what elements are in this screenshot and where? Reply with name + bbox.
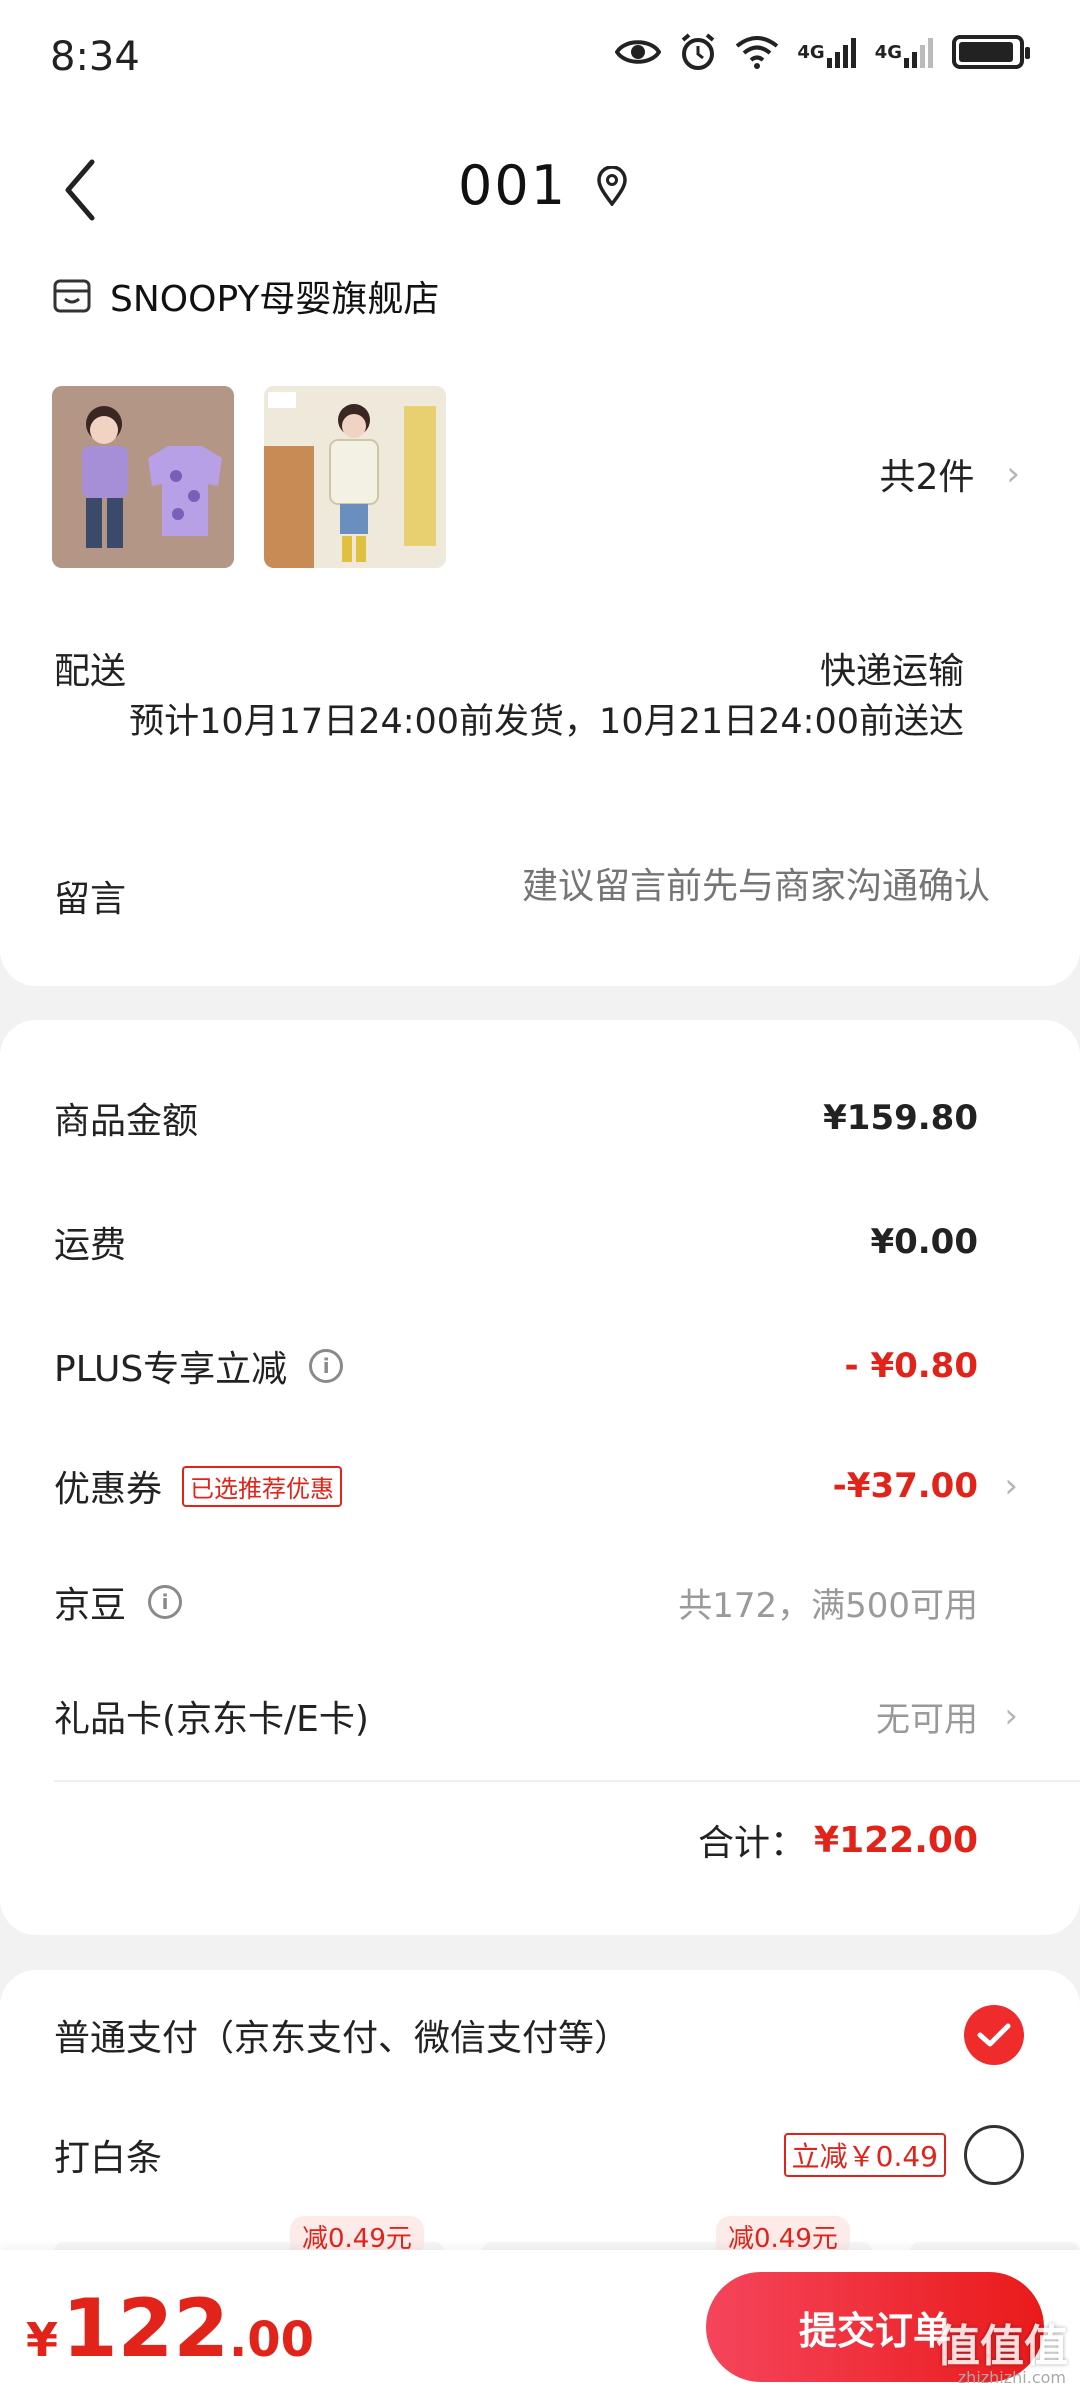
- price-currency: ¥: [26, 2313, 59, 2367]
- final-price: ¥ 122 .00: [26, 2282, 314, 2375]
- status-bar: 8:34 4G 4G: [0, 0, 1080, 118]
- divider: [54, 1780, 1080, 1782]
- status-time: 8:34: [50, 34, 140, 80]
- giftcard-label: 礼品卡(京东卡/E卡): [54, 1699, 369, 1740]
- alarm-icon: [682, 33, 715, 70]
- page-title: 001: [458, 154, 568, 217]
- product-thumbnails[interactable]: [52, 386, 446, 568]
- delivery-label: 配送: [54, 651, 127, 692]
- jingdou-value: 共172，满500可用: [678, 1585, 978, 1626]
- total-label: 合计：: [698, 1823, 807, 1864]
- status-icons: 4G 4G: [615, 32, 1030, 72]
- signal-icon-2: 4G: [875, 32, 934, 72]
- product-image-sweater[interactable]: [52, 386, 234, 568]
- watermark-url: zhizhizhi.com: [957, 2368, 1066, 2387]
- price-integer: 122: [62, 2282, 230, 2375]
- payment-option-baitiao[interactable]: 打白条 立减￥0.49: [54, 2120, 1080, 2190]
- goods-amount-row: 商品金额 ¥159.80: [54, 1088, 1080, 1148]
- plus-discount-label: PLUS专享立减: [54, 1349, 288, 1390]
- back-arrow-icon[interactable]: [50, 150, 110, 230]
- chevron-right-icon: ›: [1004, 1466, 1018, 1506]
- store-name: SNOOPY母婴旗舰店: [110, 279, 440, 320]
- delivery-estimate: 预计10月17日24:00前发货，10月21日24:00前送达: [129, 702, 964, 742]
- watermark-logo: 值值值: [936, 2321, 1068, 2372]
- product-count[interactable]: 共2件 ›: [879, 448, 1020, 500]
- info-icon[interactable]: i: [309, 1349, 344, 1383]
- network-type-label-2: 4G: [874, 41, 902, 63]
- info-icon[interactable]: i: [148, 1585, 183, 1619]
- page-header: 001: [0, 118, 1080, 258]
- store-icon: [53, 279, 91, 313]
- shipping-label: 运费: [54, 1225, 127, 1266]
- baitiao-discount-badge: 立减￥0.49: [783, 2133, 946, 2177]
- address-selector[interactable]: 001: [458, 154, 629, 217]
- radio-button[interactable]: [964, 2125, 1024, 2185]
- payment-baitiao-label: 打白条: [54, 2138, 163, 2179]
- note-input[interactable]: [350, 866, 990, 907]
- checkout-bar: ¥ 122 .00 提交订单 值值值 zhizhizhi.com: [0, 2250, 1080, 2400]
- jingdou-label: 京豆: [54, 1585, 127, 1626]
- jingdou-row: 京豆 i 共172，满500可用: [54, 1572, 1080, 1632]
- product-count-label: 共2件: [879, 457, 975, 498]
- store-link[interactable]: SNOOPY母婴旗舰店: [52, 270, 439, 322]
- product-image-cardigan[interactable]: [264, 386, 446, 568]
- chevron-right-icon: ›: [1006, 454, 1020, 494]
- price-summary-card: 商品金额 ¥159.80 运费 ¥0.00 PLUS专享立减 i - ¥0.80…: [0, 1020, 1080, 1935]
- total-row: 合计： ¥122.00: [698, 1814, 978, 1866]
- delivery-method[interactable]: 快递运输: [820, 642, 964, 694]
- goods-amount-label: 商品金额: [54, 1101, 199, 1142]
- eye-icon: [615, 40, 662, 64]
- payment-option-normal[interactable]: 普通支付（京东支付、微信支付等）: [54, 2000, 1080, 2070]
- wifi-icon: [736, 36, 779, 69]
- shipping-row: 运费 ¥0.00: [54, 1212, 1080, 1272]
- plus-discount-row: PLUS专享立减 i - ¥0.80: [54, 1336, 1080, 1396]
- order-info-card: 001 SNOOPY母婴旗舰店 共2件 › 配送 快递运输 预计10月17日24…: [0, 118, 1080, 986]
- network-type-label: 4G: [797, 41, 825, 63]
- giftcard-row[interactable]: 礼品卡(京东卡/E卡) 无可用 ›: [54, 1686, 1080, 1746]
- chevron-right-icon: ›: [1004, 1696, 1018, 1736]
- total-value: ¥122.00: [814, 1819, 978, 1861]
- coupon-value: -¥37.00: [832, 1466, 978, 1506]
- goods-amount-value: ¥159.80: [823, 1098, 978, 1138]
- note-label: 留言: [54, 879, 127, 920]
- coupon-row[interactable]: 优惠券 已选推荐优惠 -¥37.00 ›: [54, 1456, 1080, 1516]
- giftcard-value: 无可用: [876, 1699, 978, 1740]
- payment-normal-label: 普通支付（京东支付、微信支付等）: [54, 2018, 631, 2059]
- price-decimal: .00: [229, 2312, 315, 2368]
- signal-icon: 4G: [797, 32, 856, 72]
- coupon-badge: 已选推荐优惠: [182, 1465, 343, 1507]
- shipping-value: ¥0.00: [870, 1222, 978, 1262]
- location-pin-icon: [597, 165, 627, 206]
- battery-icon: [952, 35, 1030, 69]
- plus-discount-value: - ¥0.80: [844, 1346, 979, 1386]
- coupon-label: 优惠券: [54, 1469, 163, 1510]
- checkmark-icon[interactable]: [964, 2005, 1024, 2065]
